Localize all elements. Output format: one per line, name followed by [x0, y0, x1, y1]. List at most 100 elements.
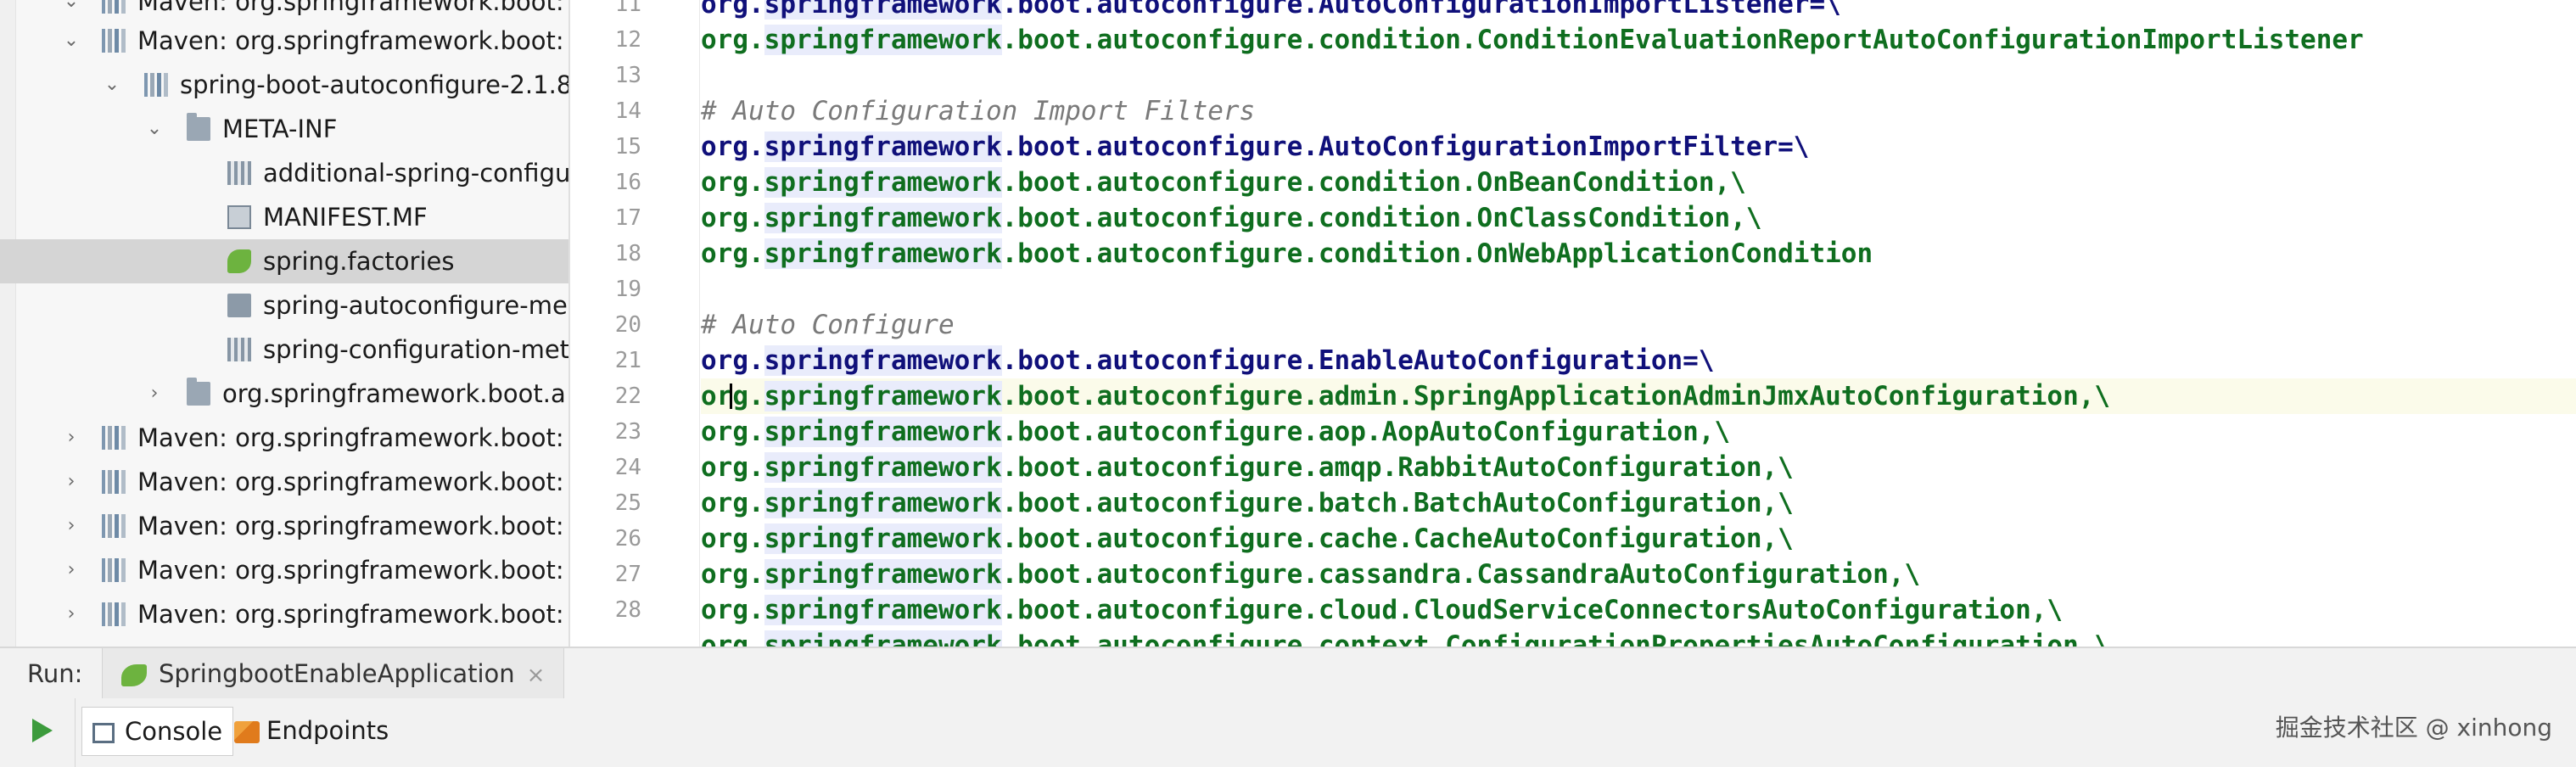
tree-item-maven-lib[interactable]: › Maven: org.springframework.boot: — [0, 548, 568, 592]
code-line[interactable] — [701, 272, 2576, 307]
tree-item-maven-lib[interactable]: › Maven: org.springframework.boot: — [0, 460, 568, 504]
tree-item-package[interactable]: › org.springframework.boot.a — [0, 372, 568, 416]
code-line[interactable]: org.springframework.boot.autoconfigure.E… — [701, 343, 2576, 378]
library-icon — [102, 558, 126, 582]
code-editor[interactable]: org.springframework.boot.autoconfigure.A… — [701, 0, 2576, 647]
code-line[interactable]: org.springframework.boot.autoconfigure.c… — [701, 22, 2576, 58]
tree-item-jar[interactable]: ⌄ spring-boot-autoconfigure-2.1.8 — [0, 63, 568, 107]
code-line[interactable]: org.springframework.boot.autoconfigure.c… — [701, 592, 2576, 628]
chevron-right-icon[interactable]: › — [61, 592, 81, 636]
occurrence-highlight: springframework — [764, 0, 1002, 20]
tree-item-label: org.springframework.boot.a — [222, 379, 566, 408]
line-number: 16 — [614, 170, 641, 195]
code-line[interactable] — [701, 58, 2576, 93]
code-line[interactable]: org.springframework.boot.autoconfigure.c… — [701, 557, 2576, 592]
tree-item-additional-spring-config[interactable]: additional-spring-configu — [0, 151, 568, 195]
tree-item-maven-boot-autoconfigure[interactable]: ⌄ Maven: org.springframework.boot: — [0, 19, 568, 63]
library-icon — [102, 602, 126, 626]
spring-boot-icon — [121, 664, 147, 686]
code-line[interactable]: org.springframework.boot.autoconfigure.A… — [701, 129, 2576, 165]
occurrence-highlight: springframework — [764, 238, 1002, 269]
tree-item-manifest[interactable]: MANIFEST.MF — [0, 195, 568, 239]
tree-item-label: spring.factories — [263, 247, 455, 276]
code-line[interactable]: org.springframework.boot.autoconfigure.A… — [701, 0, 2576, 22]
chevron-down-icon[interactable]: ⌄ — [144, 107, 165, 151]
chevron-right-icon[interactable]: › — [61, 460, 81, 504]
tree-item-spring-factories[interactable]: spring.factories — [0, 239, 568, 283]
occurrence-highlight: springframework — [764, 132, 1002, 162]
watermark: 掘金技术社区 @ xinhong — [2275, 714, 2552, 742]
run-config-tab[interactable]: SpringbootEnableApplication × — [102, 648, 565, 699]
tree-item-label: spring-boot-autoconfigure-2.1.8 — [180, 70, 570, 99]
tree-item-spring-autoconfigure-metadata[interactable]: spring-autoconfigure-me — [0, 283, 568, 328]
line-number: 18 — [614, 241, 641, 266]
code-line[interactable]: org.springframework.boot.autoconfigure.c… — [701, 628, 2576, 647]
occurrence-highlight: springframework — [764, 167, 1002, 198]
tree-item-spring-configuration-metadata[interactable]: spring-configuration-met — [0, 328, 568, 372]
folder-icon — [187, 113, 210, 141]
tab-endpoints-label: Endpoints — [266, 716, 389, 745]
console-icon — [92, 723, 115, 743]
line-number: 21 — [614, 348, 641, 373]
code-line[interactable]: # Auto Configure — [701, 307, 2576, 343]
chevron-right-icon[interactable]: › — [144, 372, 165, 416]
run-subtabs: Console Endpoints — [0, 698, 2576, 767]
chevron-right-icon[interactable]: › — [61, 548, 81, 592]
endpoints-icon — [234, 721, 260, 743]
project-tree: ⌄ Maven: org.springframework.boot: ⌄ Mav… — [0, 0, 570, 647]
code-line[interactable]: org.springframework.boot.autoconfigure.a… — [701, 378, 2576, 414]
tree-item-meta-inf[interactable]: ⌄ META-INF — [0, 107, 568, 151]
code-line[interactable]: org.springframework.boot.autoconfigure.c… — [701, 236, 2576, 272]
library-icon — [102, 470, 126, 494]
line-number: 22 — [614, 384, 641, 409]
code-line[interactable]: org.springframework.boot.autoconfigure.b… — [701, 485, 2576, 521]
line-number: 14 — [614, 98, 641, 124]
tree-item-maven-lib[interactable]: › Maven: org.springframework.boot: — [0, 592, 568, 636]
tree-item-label: Maven: org.springframework.boot: — [137, 423, 564, 452]
tree-item-label: spring-configuration-met — [263, 335, 570, 364]
line-number: 23 — [614, 419, 641, 445]
code-line[interactable]: org.springframework.boot.autoconfigure.a… — [701, 414, 2576, 450]
occurrence-highlight: springframework — [764, 345, 1002, 376]
run-label: Run: — [27, 659, 83, 688]
line-number: 25 — [614, 490, 641, 516]
line-number: 19 — [614, 277, 641, 302]
tab-console[interactable]: Console — [81, 707, 234, 756]
code-line[interactable]: org.springframework.boot.autoconfigure.a… — [701, 450, 2576, 485]
occurrence-highlight: springframework — [764, 381, 1002, 411]
chevron-down-icon[interactable]: ⌄ — [61, 19, 81, 63]
line-number: 20 — [614, 312, 641, 338]
line-number: 26 — [614, 526, 641, 551]
tree-item-maven-lib[interactable]: › Maven: org.springframework.boot: — [0, 504, 568, 548]
line-number: 28 — [614, 597, 641, 623]
play-icon[interactable] — [32, 719, 53, 742]
line-number: 13 — [614, 63, 641, 88]
tree-item-label: MANIFEST.MF — [263, 203, 428, 232]
tree-item-label: Maven: org.springframework.boot: — [137, 600, 564, 629]
occurrence-highlight: springframework — [764, 595, 1002, 625]
close-icon[interactable]: × — [527, 663, 546, 688]
occurrence-highlight: springframework — [764, 417, 1002, 447]
package-icon — [187, 378, 210, 406]
tree-item-label: Maven: org.springframework.boot: — [137, 467, 564, 496]
run-config-name: SpringbootEnableApplication — [159, 659, 515, 688]
occurrence-highlight: springframework — [764, 203, 1002, 233]
line-number: 24 — [614, 455, 641, 480]
library-icon — [102, 0, 126, 14]
code-line[interactable]: org.springframework.boot.autoconfigure.c… — [701, 521, 2576, 557]
chevron-right-icon[interactable]: › — [61, 504, 81, 548]
tree-item-maven-lib[interactable]: › Maven: org.springframework.boot: — [0, 416, 568, 460]
code-line[interactable]: org.springframework.boot.autoconfigure.c… — [701, 165, 2576, 200]
run-toolbar: Run: SpringbootEnableApplication × — [0, 647, 2576, 700]
library-icon — [102, 29, 126, 53]
occurrence-highlight: springframework — [764, 488, 1002, 518]
occurrence-highlight: springframework — [764, 630, 1002, 647]
tab-endpoints[interactable]: Endpoints — [224, 707, 399, 754]
run-actions-column — [0, 698, 76, 767]
chevron-down-icon[interactable]: ⌄ — [102, 63, 122, 107]
tree-item-label: Maven: org.springframework.boot: — [137, 556, 564, 585]
chevron-right-icon[interactable]: › — [61, 416, 81, 460]
library-icon — [102, 426, 126, 450]
code-line[interactable]: # Auto Configuration Import Filters — [701, 93, 2576, 129]
code-line[interactable]: org.springframework.boot.autoconfigure.c… — [701, 200, 2576, 236]
